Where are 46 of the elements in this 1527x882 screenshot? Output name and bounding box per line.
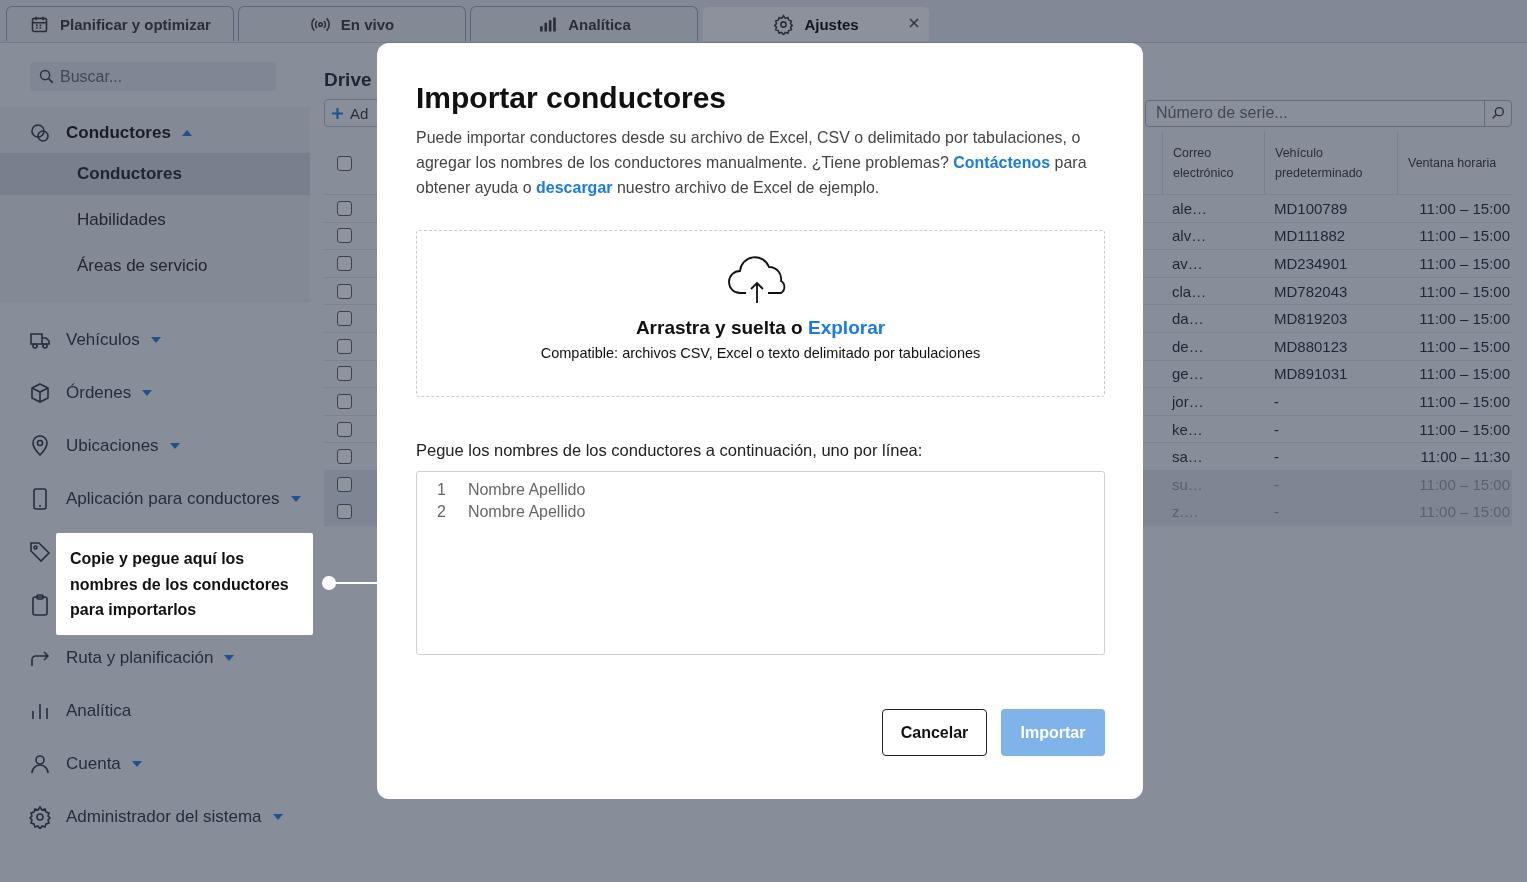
table-cell-text: -: [1273, 420, 1280, 438]
table-cell-text: -: [1273, 475, 1280, 493]
table-cell-text: MD782043: [1273, 282, 1349, 300]
dialog-title: Importar conductores: [416, 81, 728, 115]
table-cell-text: 11:00 – 15:00: [1418, 310, 1511, 328]
table-cell-text: MD891031: [1273, 365, 1349, 383]
table-cell-text: sa…: [1171, 448, 1204, 466]
table-cell-text: MD880123: [1273, 337, 1349, 355]
table-cell-text: 11:00 – 15:00: [1418, 392, 1511, 410]
table-cell-text: MD100789: [1273, 199, 1349, 217]
table-cell-text: jor…: [1170, 392, 1205, 410]
table-cell-text: ge…: [1171, 365, 1205, 383]
table-cell-text: 11:00 – 15:00: [1418, 227, 1511, 245]
page-title: Drive: [324, 69, 372, 90]
drop-prompt: Arrastra y suelta o Explorar: [635, 317, 886, 339]
table-cell-text: MD111882: [1273, 227, 1347, 245]
table-cell-text: -: [1273, 448, 1280, 466]
field-label: Pegue los nombres de los conductores a continuación, uno por línea:: [416, 441, 924, 460]
description-text: Puede importar conductores desde su archivo de Excel, CSV o delimitado por tabulaciones, o agregar los nombres de los conductores manualmente. ¿Tiene problemas? Contáctenos para obtener ayuda o descargar nuestro archivo de Excel de ejemplo.: [416, 128, 1088, 198]
line-number: 1: [437, 480, 446, 500]
table-cell-text: 11:00 – 15:00: [1418, 420, 1511, 438]
tooltip: Copie y pegue aquí los nombres de los conductores para importarlos: [56, 533, 313, 635]
table-cell-text: da…: [1171, 310, 1205, 328]
column-header: Correo electrónico: [1162, 132, 1264, 194]
table-cell-text: -: [1273, 392, 1280, 410]
line-number: 2: [437, 502, 446, 522]
table-cell-text: 11:00 – 15:00: [1418, 365, 1511, 383]
table-cell-text: 11:00 – 15:00: [1418, 255, 1511, 272]
column-header: Vehículo predeterminado: [1264, 132, 1397, 194]
table-cell-text: av…: [1171, 255, 1204, 272]
table-cell-text: MD819203: [1273, 310, 1349, 328]
table-cell-text: 11:00 – 15:00: [1418, 199, 1511, 217]
placeholder-text: Nombre Apellido: [467, 502, 586, 522]
table-cell-text: 11:00 – 15:00: [1418, 337, 1511, 355]
table-cell-text: 11:00 – 11:30: [1419, 448, 1511, 466]
table-cell-text: MD234901: [1273, 255, 1349, 272]
table-cell-text: cla…: [1171, 282, 1208, 300]
column-header: Ventana horaria: [1397, 132, 1512, 194]
table-cell-text: ke…: [1171, 420, 1204, 438]
placeholder-text: Nombre Apellido: [467, 480, 586, 500]
table-cell-text: alv…: [1171, 227, 1208, 245]
table-cell-text: de…: [1171, 337, 1205, 355]
drop-hint: Compatible: archivos CSV, Excel o texto delimitado por tabulaciones: [540, 345, 981, 361]
table-cell-text: -: [1273, 503, 1280, 521]
table-cell-text: 11:00 – 15:00: [1418, 282, 1511, 300]
table-cell-text: ale…: [1171, 199, 1209, 217]
